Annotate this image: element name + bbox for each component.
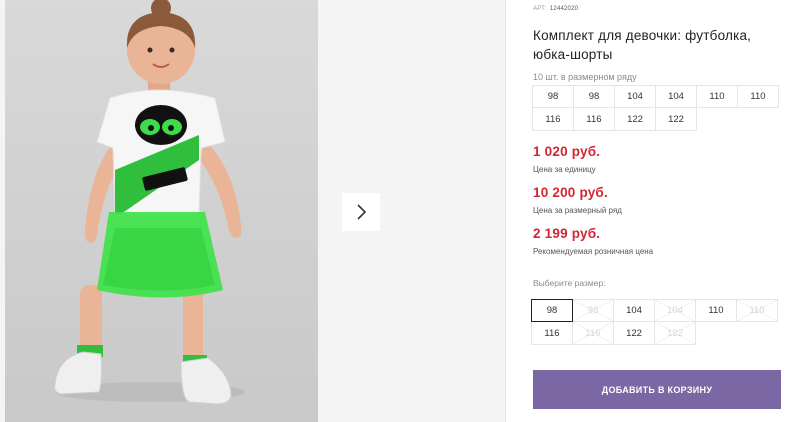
pack-size-cell: 122: [614, 107, 656, 131]
size-option[interactable]: 122: [613, 321, 655, 345]
size-option[interactable]: 116: [531, 321, 573, 345]
pack-label: 10 шт. в размерном ряду: [533, 72, 637, 82]
product-gallery: [0, 0, 505, 422]
panel-divider: [505, 0, 506, 422]
girl-in-outfit-image: [54, 0, 245, 405]
retail-price-note: Рекомендуемая розничная цена: [533, 247, 654, 256]
chevron-right-icon: [357, 204, 367, 220]
article-line: АРТ: 12442020: [533, 6, 578, 12]
product-photo[interactable]: [5, 0, 318, 422]
add-to-cart-button[interactable]: ДОБАВИТЬ В КОРЗИНУ: [533, 370, 781, 409]
retail-price: 2 199 руб.: [533, 226, 601, 241]
pack-size-cell: 110: [696, 85, 738, 108]
size-option[interactable]: 104: [613, 299, 655, 322]
pack-size-cell: 104: [614, 85, 656, 108]
pack-price-note: Цена за размерный ряд: [533, 206, 622, 215]
pack-size-cell: 104: [655, 85, 697, 108]
pack-size-cell: 98: [532, 85, 574, 108]
size-option[interactable]: 110: [695, 299, 737, 322]
article-number: 12442020: [549, 6, 579, 12]
pack-price: 10 200 руб.: [533, 185, 608, 200]
size-option: 110: [736, 299, 778, 322]
pack-size-cell: 98: [573, 85, 615, 108]
size-option: 104: [654, 299, 696, 322]
unit-price-note: Цена за единицу: [533, 165, 596, 174]
size-option[interactable]: 98: [531, 299, 573, 322]
next-image-button[interactable]: [342, 193, 380, 231]
size-option: 98: [572, 299, 614, 322]
pack-sizes-grid: 98 98 104 104 110 110 116 116 122 122: [532, 85, 779, 131]
pack-size-cell: 110: [737, 85, 779, 108]
size-option: 116: [572, 321, 614, 345]
article-label: АРТ:: [533, 6, 547, 12]
pack-size-cell: 116: [532, 107, 574, 131]
size-option: 122: [654, 321, 696, 345]
product-title: Комплект для девочки: футболка, юбка-шор…: [533, 28, 752, 62]
size-selector: 98 98 104 104 110 110 116 116 122 122: [531, 299, 778, 345]
pack-size-cell: 116: [573, 107, 615, 131]
unit-price: 1 020 руб.: [533, 144, 601, 159]
choose-size-label: Выберите размер:: [533, 278, 606, 288]
pack-size-cell: 122: [655, 107, 697, 131]
